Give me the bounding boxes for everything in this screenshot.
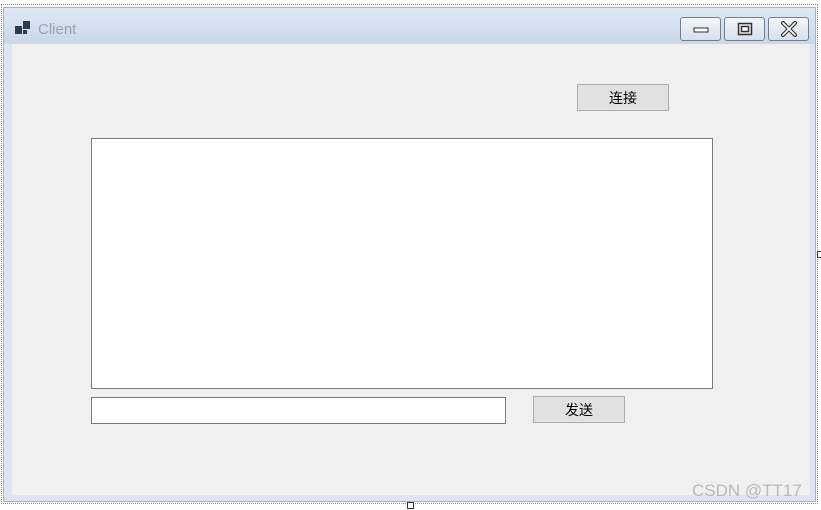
- send-button[interactable]: 发送: [533, 396, 625, 423]
- minimize-button[interactable]: [680, 17, 721, 41]
- close-button[interactable]: [768, 17, 809, 41]
- connect-button[interactable]: 连接: [577, 84, 669, 111]
- resize-handle-right[interactable]: [817, 251, 821, 258]
- resize-handle-bottom[interactable]: [407, 502, 414, 509]
- maximize-icon: [737, 22, 752, 36]
- close-icon: [780, 21, 797, 37]
- message-input[interactable]: [91, 397, 506, 424]
- app-icon: [15, 21, 30, 34]
- title-bar[interactable]: Client: [4, 8, 815, 44]
- client-window: Client 连接 发送: [3, 7, 816, 502]
- watermark: CSDN @TT17: [692, 481, 802, 500]
- minimize-icon: [693, 27, 708, 33]
- window-title: Client: [38, 21, 77, 38]
- message-log-textbox[interactable]: [91, 138, 713, 389]
- client-area: 连接 发送: [12, 44, 810, 495]
- maximize-button[interactable]: [724, 17, 765, 41]
